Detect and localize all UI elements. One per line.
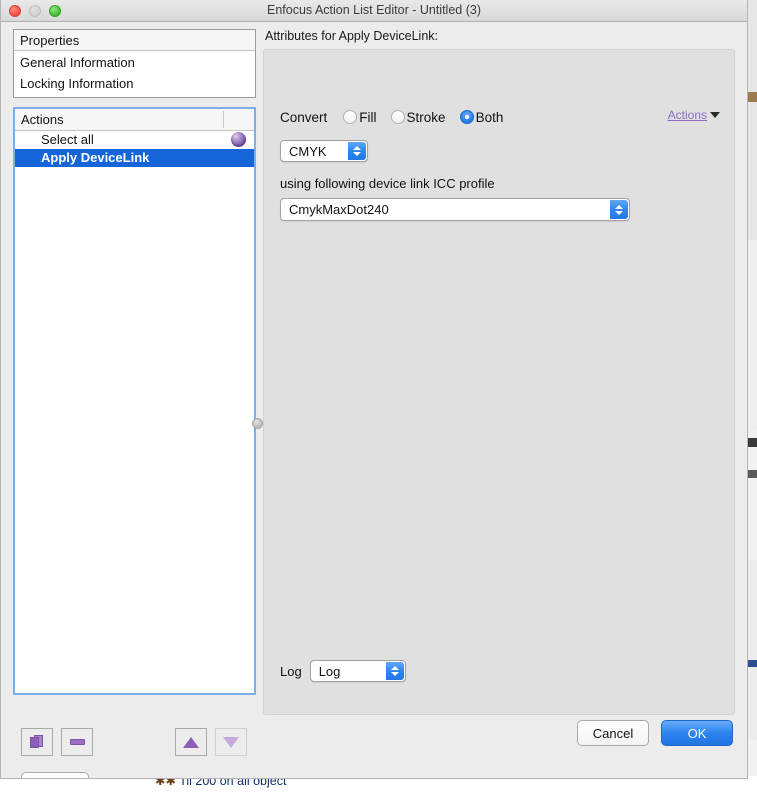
triangle-down-icon xyxy=(223,736,239,748)
properties-item-general-information[interactable]: General Information xyxy=(14,52,255,73)
action-row-select-all[interactable]: Select all xyxy=(15,131,254,149)
window-titlebar[interactable]: Enfocus Action List Editor - Untitled (3… xyxy=(1,0,747,22)
colorspace-select-value: CMYK xyxy=(289,143,327,159)
action-list-editor-window: Enfocus Action List Editor - Untitled (3… xyxy=(0,0,748,779)
panel-splitter-grip[interactable] xyxy=(252,418,263,429)
properties-item-locking-information[interactable]: Locking Information xyxy=(14,73,255,94)
actions-toolbar xyxy=(15,728,260,762)
move-action-down-button xyxy=(215,728,247,756)
back-button[interactable]: << xyxy=(21,772,89,778)
actions-list-header-label: Actions xyxy=(21,112,64,127)
profile-caption: using following device link ICC profile xyxy=(280,176,495,191)
window-content: Properties General Information Locking I… xyxy=(1,22,747,778)
properties-header: Properties xyxy=(14,30,255,51)
left-column: Properties General Information Locking I… xyxy=(13,29,256,695)
window-title: Enfocus Action List Editor - Untitled (3… xyxy=(267,3,481,17)
actions-list-header: Actions xyxy=(15,109,254,131)
properties-list: General Information Locking Information xyxy=(14,51,255,97)
properties-box: Properties General Information Locking I… xyxy=(13,29,256,98)
ok-button[interactable]: OK xyxy=(661,720,733,746)
radio-stroke-icon[interactable] xyxy=(390,110,405,124)
log-label: Log xyxy=(280,663,302,679)
cancel-button[interactable]: Cancel xyxy=(577,720,649,746)
stepper-icon[interactable] xyxy=(348,142,366,160)
convert-label: Convert xyxy=(280,109,328,125)
radio-stroke-label: Stroke xyxy=(406,109,446,125)
icc-profile-select[interactable]: CmykMaxDot240 xyxy=(280,198,630,221)
chevron-down-icon xyxy=(710,112,720,118)
triangle-up-icon xyxy=(183,736,199,748)
radio-option-both[interactable]: Both xyxy=(459,109,504,125)
action-row-label: Select all xyxy=(41,132,94,147)
radio-fill-icon[interactable] xyxy=(343,110,358,124)
radio-both-icon[interactable] xyxy=(459,110,474,124)
minus-bar-icon xyxy=(69,739,85,745)
stepper-icon[interactable] xyxy=(610,200,628,219)
right-column: Attributes for Apply DeviceLink: Convert… xyxy=(263,29,735,715)
dialog-footer: Cancel OK xyxy=(577,720,733,746)
actions-menu-label: Actions xyxy=(667,108,707,122)
log-select-value: Log xyxy=(318,663,341,679)
log-row: Log Log xyxy=(280,660,406,682)
attributes-panel-title: Attributes for Apply DeviceLink: xyxy=(265,29,438,43)
add-action-button[interactable] xyxy=(21,728,53,756)
action-row-label: Apply DeviceLink xyxy=(41,150,150,165)
attributes-panel: Convert Fill Stroke Both Actions CMYK us… xyxy=(263,49,735,715)
convert-row: Convert Fill Stroke Both xyxy=(280,108,517,126)
colorspace-select[interactable]: CMYK xyxy=(280,140,368,162)
radio-both-label: Both xyxy=(475,109,504,125)
column-separator[interactable] xyxy=(223,111,224,128)
radio-option-stroke[interactable]: Stroke xyxy=(390,109,446,125)
move-action-up-button[interactable] xyxy=(175,728,207,756)
remove-action-button[interactable] xyxy=(61,728,93,756)
log-select[interactable]: Log xyxy=(309,660,406,682)
radio-option-fill[interactable]: Fill xyxy=(343,109,377,125)
radio-fill-label: Fill xyxy=(359,109,377,125)
icc-profile-select-value: CmykMaxDot240 xyxy=(289,202,389,217)
add-shapes-icon xyxy=(29,734,45,750)
actions-menu-link[interactable]: Actions xyxy=(668,108,720,122)
purple-sphere-icon xyxy=(231,132,246,147)
actions-list: Select all Apply DeviceLink xyxy=(15,131,254,167)
actions-list-box[interactable]: Actions Select all Apply DeviceLink xyxy=(13,107,256,695)
stepper-icon[interactable] xyxy=(385,662,404,680)
action-row-apply-devicelink[interactable]: Apply DeviceLink xyxy=(15,149,254,167)
